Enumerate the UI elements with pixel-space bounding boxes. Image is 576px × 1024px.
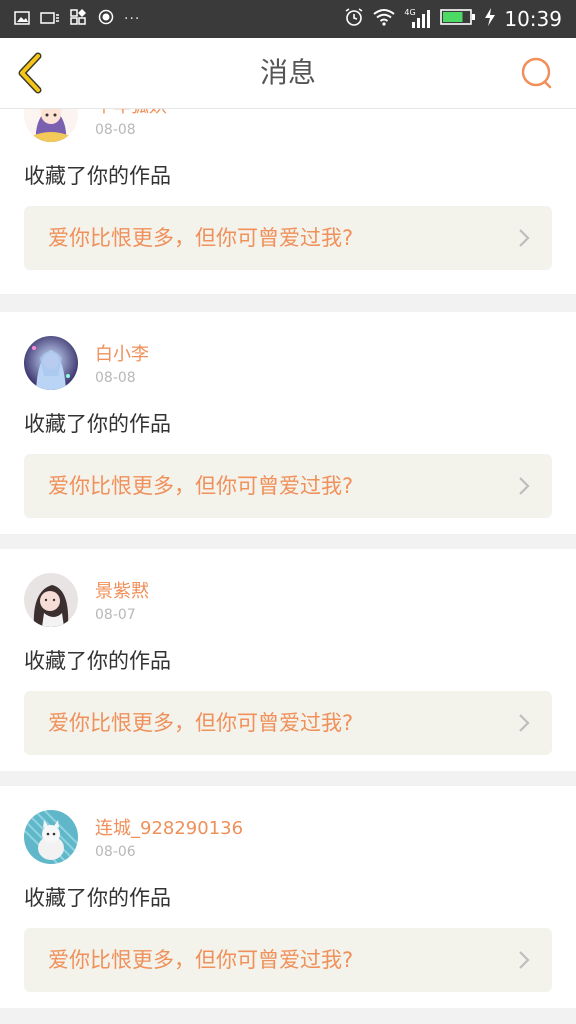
username[interactable]: 千年狐妖 <box>95 109 167 118</box>
work-title: 爱你比恨更多，但你可曾爱过我? <box>48 948 354 972</box>
message-card: 白小李 08-08 收藏了你的作品 爱你比恨更多，但你可曾爱过我? <box>0 312 576 534</box>
cast-icon <box>40 10 60 29</box>
message-date: 08-06 <box>95 844 136 860</box>
page-title: 消息 <box>259 56 316 89</box>
wifi-icon <box>372 8 396 30</box>
message-date: 08-08 <box>95 122 136 138</box>
work-link[interactable]: 爱你比恨更多，但你可曾爱过我? <box>24 691 552 755</box>
chevron-right-icon <box>519 714 530 732</box>
chevron-right-icon <box>519 951 530 969</box>
username[interactable]: 景紫黙 <box>95 577 149 603</box>
username[interactable]: 白小李 <box>95 340 149 366</box>
action-text: 收藏了你的作品 <box>24 886 171 910</box>
chevron-right-icon <box>519 229 530 247</box>
message-card: 景紫黙 08-07 收藏了你的作品 爱你比恨更多，但你可曾爱过我? <box>0 549 576 771</box>
record-icon <box>98 9 114 29</box>
message-list[interactable]: 千年狐妖 08-08 收藏了你的作品 爱你比恨更多，但你可曾爱过我? 白小李 0… <box>0 109 576 1024</box>
username[interactable]: 连城_928290136 <box>95 814 243 840</box>
action-text: 收藏了你的作品 <box>24 649 171 673</box>
avatar[interactable] <box>24 336 78 390</box>
avatar[interactable] <box>24 810 78 864</box>
action-text: 收藏了你的作品 <box>24 164 171 188</box>
status-bar-right: 4G 10:39 <box>344 0 562 38</box>
clock-time: 10:39 <box>504 7 562 31</box>
message-date: 08-08 <box>95 370 136 386</box>
signal-icon: 4G <box>404 8 432 29</box>
message-card: 连城_928290136 08-06 收藏了你的作品 爱你比恨更多，但你可曾爱过… <box>0 786 576 1008</box>
work-title: 爱你比恨更多，但你可曾爱过我? <box>48 474 354 498</box>
apps-icon <box>70 9 88 29</box>
work-link[interactable]: 爱你比恨更多，但你可曾爱过我? <box>24 454 552 518</box>
action-text: 收藏了你的作品 <box>24 412 171 436</box>
work-link[interactable]: 爱你比恨更多，但你可曾爱过我? <box>24 928 552 992</box>
chevron-right-icon <box>519 477 530 495</box>
avatar[interactable] <box>24 573 78 627</box>
battery-icon <box>440 8 476 30</box>
message-date: 08-07 <box>95 607 136 623</box>
work-title: 爱你比恨更多，但你可曾爱过我? <box>48 226 354 250</box>
work-link[interactable]: 爱你比恨更多，但你可曾爱过我? <box>24 206 552 270</box>
alarm-icon <box>344 7 364 31</box>
avatar[interactable] <box>24 109 78 142</box>
work-title: 爱你比恨更多，但你可曾爱过我? <box>48 711 354 735</box>
image-icon <box>14 10 30 29</box>
app-header: 消息 <box>0 38 576 109</box>
search-icon <box>521 57 552 89</box>
search-button[interactable] <box>518 56 558 92</box>
message-card: 千年狐妖 08-08 收藏了你的作品 爱你比恨更多，但你可曾爱过我? <box>0 109 576 294</box>
more-notifications-indicator: ··· <box>124 11 141 27</box>
status-bar-left: ··· <box>14 0 140 38</box>
status-bar: ··· 4G 10:39 <box>0 0 576 38</box>
charging-icon <box>484 7 496 31</box>
